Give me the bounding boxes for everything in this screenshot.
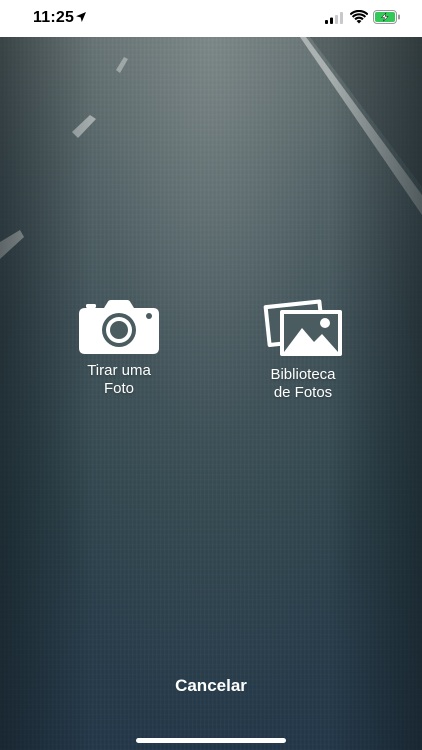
wifi-icon (350, 10, 368, 24)
home-indicator[interactable] (136, 738, 286, 743)
photo-library-label-line1: Biblioteca (270, 366, 336, 383)
take-photo-button[interactable]: Tirar uma Foto (64, 300, 174, 398)
take-photo-label-line1: Tirar uma (87, 362, 151, 379)
location-arrow-icon (76, 12, 86, 22)
photo-source-picker-screen: 11:25 Tirar uma Foto Biblioteca de Fotos… (0, 0, 422, 750)
camera-icon (79, 300, 159, 354)
photo-library-icon (263, 299, 342, 356)
photo-library-label: Biblioteca de Fotos (248, 366, 358, 402)
cellular-signal-icon (325, 12, 343, 24)
cancel-button[interactable]: Cancelar (0, 676, 422, 696)
status-time: 11:25 (33, 9, 75, 26)
status-bar: 11:25 (0, 0, 422, 37)
photo-library-button[interactable]: Biblioteca de Fotos (248, 298, 358, 402)
photo-library-label-line2: de Fotos (273, 384, 333, 401)
take-photo-label-line2: Foto (103, 380, 134, 397)
take-photo-label: Tirar uma Foto (64, 362, 174, 398)
battery-charging-icon (373, 10, 400, 24)
